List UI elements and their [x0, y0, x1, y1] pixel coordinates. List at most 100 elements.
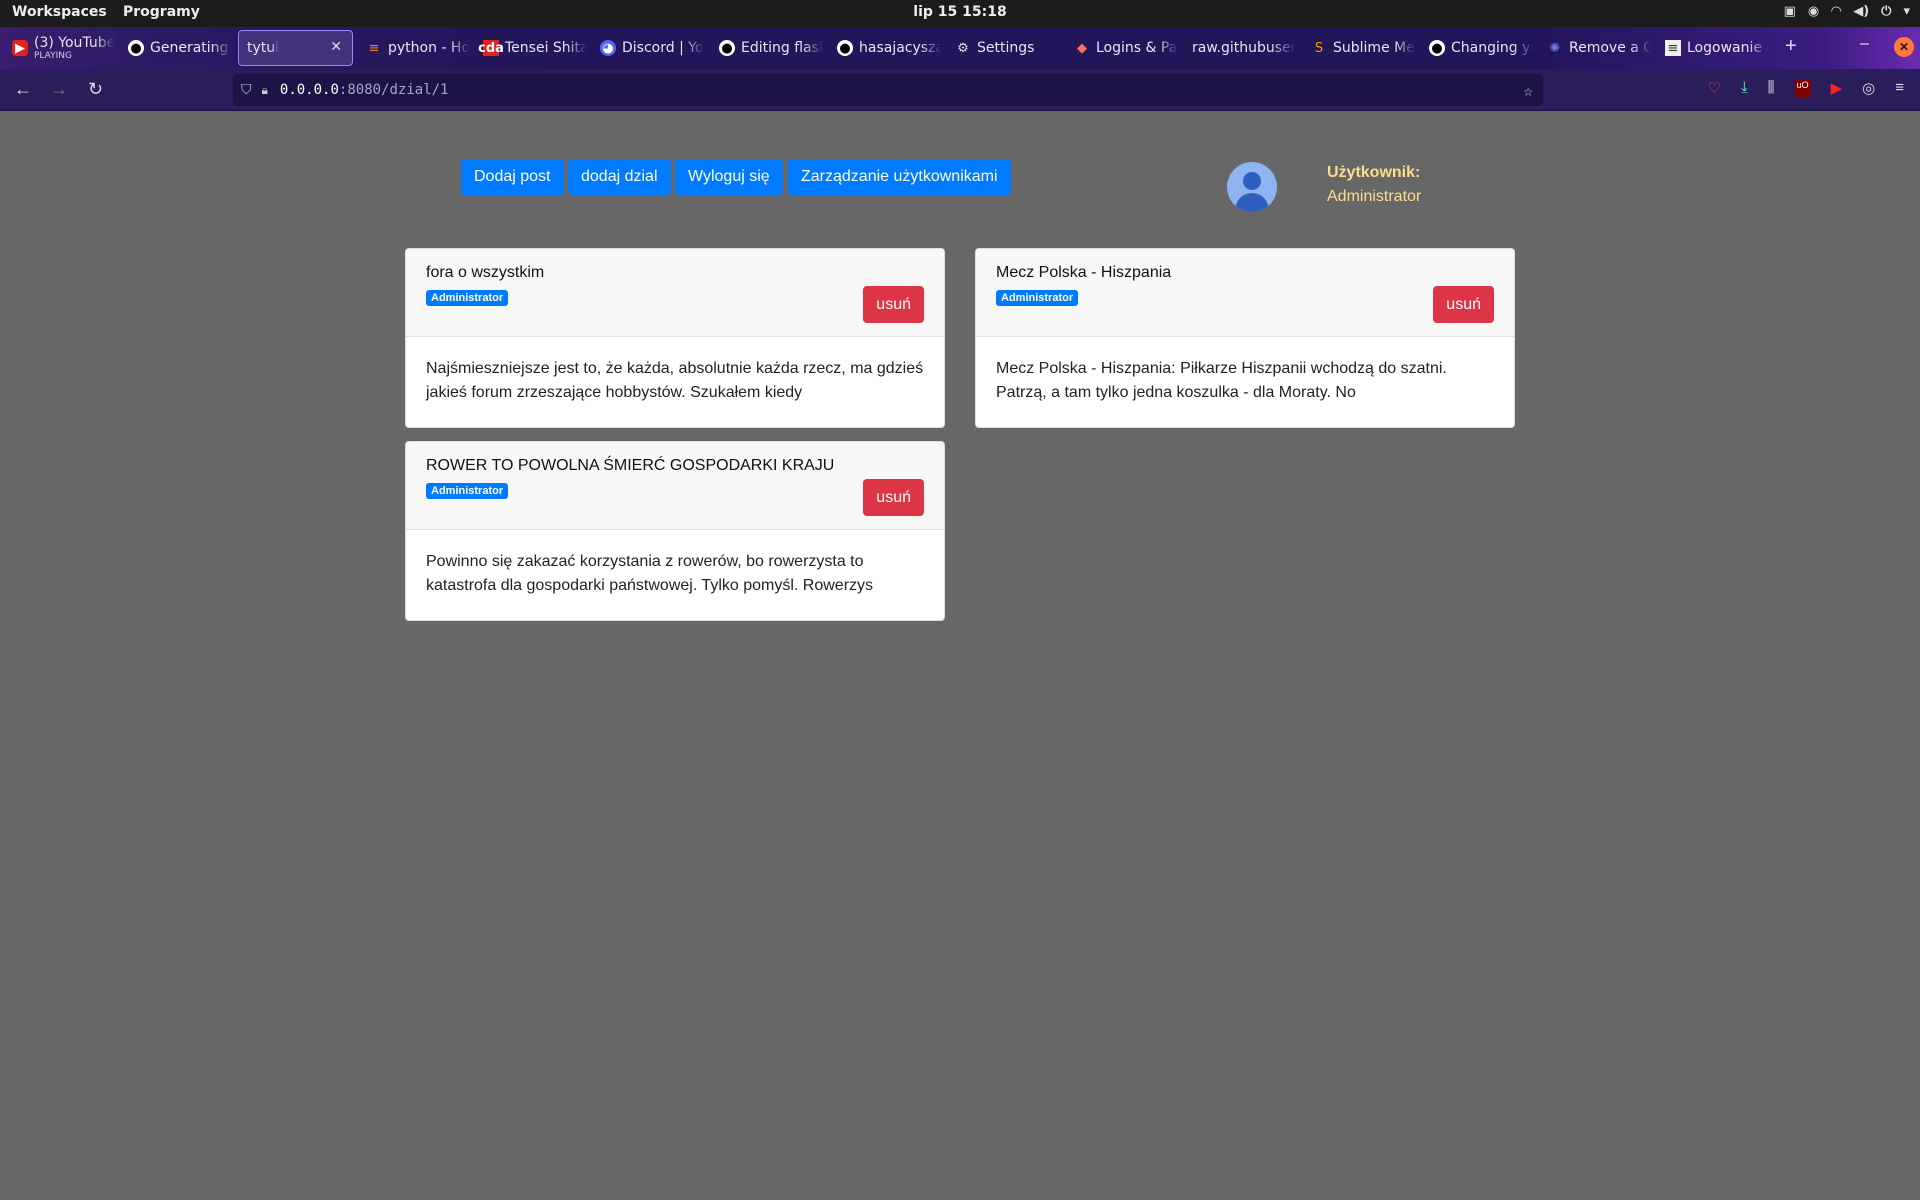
delete-post-button[interactable]: usuń: [863, 286, 924, 323]
post-title[interactable]: fora o wszystkim: [426, 264, 544, 282]
browser-tab-strip: ▶ (3) YouTubePLAYING ● Generating a tytul…: [0, 27, 1920, 69]
discord-icon: ◕: [600, 40, 616, 56]
post-excerpt: Powinno się zakazać korzystania z roweró…: [426, 553, 874, 594]
tab-python[interactable]: ≡ python - Ho: [358, 30, 470, 66]
tab-editing-flask[interactable]: ● Editing flask: [711, 30, 823, 66]
system-top-bar: Workspaces Programy lip 15 15:18 ▣ ◉ ◠ ◀…: [0, 0, 1920, 27]
tab-remove[interactable]: ✺ Remove a Gi: [1539, 30, 1651, 66]
window-close-icon[interactable]: ✕: [1894, 37, 1914, 57]
system-tray: ▣ ◉ ◠ ◀) ⏻ ▾: [1784, 4, 1910, 19]
add-post-button[interactable]: Dodaj post: [461, 159, 564, 195]
delete-post-button[interactable]: usuń: [863, 479, 924, 516]
tab-changing[interactable]: ● Changing yo: [1421, 30, 1533, 66]
sublime-icon: S: [1314, 40, 1324, 56]
manage-users-button[interactable]: Zarządzanie użytkownikami: [788, 159, 1011, 195]
tab-logins[interactable]: ◆ Logins & Pas: [1066, 30, 1178, 66]
tab-title: python - Ho: [388, 40, 470, 56]
url-bar[interactable]: ⛉ 🔒︎ 0.0.0.0:8080/dzial/1 ☆: [233, 74, 1543, 106]
post-card: ROWER TO POWOLNA ŚMIERĆ GOSPODARKI KRAJU…: [405, 441, 945, 621]
pocket-icon[interactable]: ♡: [1708, 79, 1721, 97]
post-card: Mecz Polska - Hiszpania Administrator us…: [975, 248, 1515, 428]
gear-icon: ⚙: [957, 40, 969, 56]
tab-title: Changing yo: [1451, 40, 1533, 56]
back-arrow-icon[interactable]: ←: [14, 79, 32, 100]
logout-button[interactable]: Wyloguj się: [675, 159, 783, 195]
post-excerpt: Najśmieszniejsze jest to, że każda, abso…: [426, 360, 924, 401]
logins-icon: ◆: [1077, 40, 1087, 56]
post-card-header: Mecz Polska - Hiszpania Administrator us…: [976, 249, 1514, 337]
cda-icon: cda: [478, 40, 504, 56]
chevron-down-icon[interactable]: ▾: [1903, 4, 1910, 19]
tab-tensei[interactable]: cda Tensei Shita: [475, 30, 587, 66]
user-name: Administrator: [1327, 188, 1422, 205]
wifi-icon[interactable]: ◠: [1831, 4, 1841, 19]
tab-discord[interactable]: ◕ Discord | Yo: [592, 30, 704, 66]
tracking-shield-icon[interactable]: ⛉: [241, 82, 252, 98]
network-globe-icon[interactable]: ◉: [1808, 4, 1819, 19]
tab-title: tytul: [247, 40, 280, 56]
github-icon: ●: [719, 40, 735, 56]
tab-logowanie[interactable]: ≡ Logowanie d: [1657, 30, 1769, 66]
tab-tytul[interactable]: tytul ✕: [238, 30, 353, 66]
tab-title: Discord | Yo: [622, 40, 704, 56]
document-icon: ≡: [1665, 40, 1681, 56]
tab-title: Editing flask: [741, 40, 823, 56]
github-icon: ●: [1429, 40, 1445, 56]
tab-generating[interactable]: ● Generating a: [120, 30, 232, 66]
new-tab-plus-icon[interactable]: +: [1785, 35, 1797, 58]
tab-hasajacyszat[interactable]: ● hasajacyszat: [829, 30, 941, 66]
navigation-toolbar: ← → ↻ ⛉ 🔒︎ 0.0.0.0:8080/dzial/1 ☆ ♡ ⤓ ⫼ …: [0, 69, 1920, 111]
close-icon[interactable]: ✕: [330, 39, 342, 55]
window-switcher-icon[interactable]: ▣: [1784, 4, 1796, 19]
tab-title: Logowanie d: [1687, 40, 1769, 56]
tab-title: Sublime Mer: [1333, 40, 1415, 56]
tab-sublime[interactable]: S Sublime Mer: [1303, 30, 1415, 66]
url-host[interactable]: 0.0.0.0: [280, 82, 339, 98]
toolbar-icons: ♡ ⤓ ⫼ uO ▶ ◎ ≡: [1708, 79, 1904, 97]
stackoverflow-icon: ≡: [368, 40, 380, 56]
clock-text[interactable]: lip 15 15:18: [913, 4, 1006, 20]
tab-title: Remove a Gi: [1569, 40, 1651, 56]
tab-title: Logins & Pas: [1096, 40, 1178, 56]
youtube-extension-icon[interactable]: ▶: [1831, 79, 1843, 97]
minimize-icon[interactable]: –: [1860, 35, 1869, 53]
user-label: Użytkownik:: [1327, 164, 1421, 181]
page-content: Dodaj post dodaj dzial Wyloguj się Zarzą…: [0, 111, 1920, 1200]
tab-playing-label: PLAYING: [34, 51, 72, 61]
tab-youtube[interactable]: ▶ (3) YouTube PLAYING: [4, 30, 124, 66]
post-card-header: fora o wszystkim Administrator usuń: [406, 249, 944, 337]
url-path[interactable]: :8080/dzial/1: [339, 82, 449, 98]
post-card: fora o wszystkim Administrator usuń Najś…: [405, 248, 945, 428]
tab-raw-github[interactable]: raw.githubuserc: [1184, 30, 1296, 66]
post-title[interactable]: Mecz Polska - Hiszpania: [996, 264, 1171, 282]
volume-icon[interactable]: ◀): [1853, 4, 1869, 19]
ublock-icon[interactable]: uO: [1794, 79, 1811, 97]
globe-icon: ✺: [1549, 40, 1561, 56]
avatar-body: [1235, 193, 1269, 212]
post-title[interactable]: ROWER TO POWOLNA ŚMIERĆ GOSPODARKI KRAJU: [426, 457, 834, 475]
tab-title: (3) YouTube: [34, 35, 116, 51]
add-section-button[interactable]: dodaj dzial: [568, 159, 671, 195]
github-icon: ●: [128, 40, 144, 56]
extension-mask-icon[interactable]: ◎: [1862, 79, 1875, 97]
post-card-header: ROWER TO POWOLNA ŚMIERĆ GOSPODARKI KRAJU…: [406, 442, 944, 530]
clock[interactable]: lip 15 15:18: [0, 4, 1920, 20]
tab-title: raw.githubuserc: [1192, 40, 1296, 56]
reload-icon[interactable]: ↻: [88, 79, 103, 100]
download-icon[interactable]: ⤓: [1741, 79, 1748, 97]
author-badge: Administrator: [996, 290, 1079, 306]
lock-icon[interactable]: 🔒︎: [262, 83, 268, 98]
tab-title: Tensei Shita: [505, 40, 587, 56]
power-icon[interactable]: ⏻: [1881, 4, 1891, 19]
tab-title: Settings: [977, 40, 1035, 56]
forward-arrow-icon[interactable]: →: [50, 79, 68, 100]
delete-post-button[interactable]: usuń: [1433, 286, 1494, 323]
bookmark-star-icon[interactable]: ☆: [1523, 81, 1533, 100]
github-icon: ●: [837, 40, 853, 56]
avatar-head: [1243, 172, 1261, 190]
tab-settings[interactable]: ⚙ Settings: [947, 30, 1059, 66]
library-icon[interactable]: ⫼: [1768, 79, 1775, 97]
avatar: [1227, 162, 1277, 212]
author-badge: Administrator: [426, 290, 509, 306]
hamburger-menu-icon[interactable]: ≡: [1895, 79, 1904, 97]
